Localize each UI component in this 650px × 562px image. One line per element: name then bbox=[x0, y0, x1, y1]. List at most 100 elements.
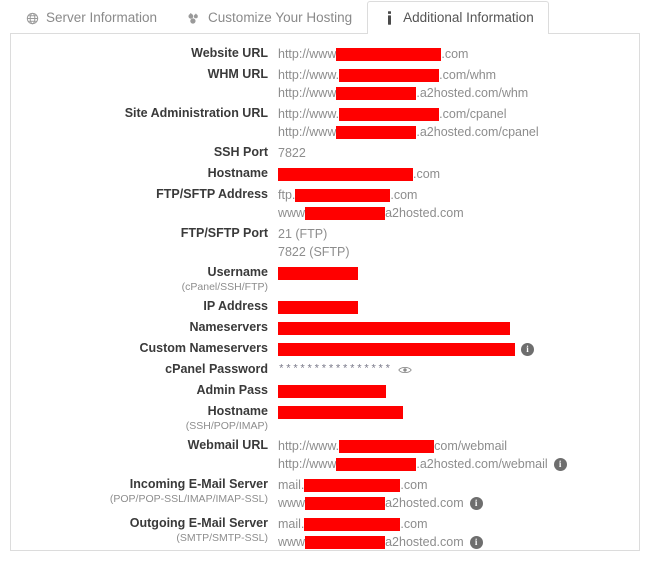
row-value-cell: http://www. com/webmail http://www .a2hoste… bbox=[278, 436, 641, 472]
row-label: Website URL bbox=[191, 46, 268, 60]
row-value-line: http://www. com/webmail bbox=[278, 438, 641, 454]
tab-label: Server Information bbox=[46, 10, 158, 26]
row-label: Hostname bbox=[207, 166, 268, 180]
row-value-line: 7822 (SFTP) bbox=[278, 244, 641, 260]
row-label: WHM URL bbox=[207, 67, 268, 81]
value-text: http://www. bbox=[278, 107, 340, 121]
redaction-bar bbox=[278, 300, 358, 314]
row-value-cell: .com bbox=[278, 164, 641, 182]
row-value-line: http://www .a2hosted.com/cpanel bbox=[278, 124, 641, 140]
row-value-cell: 21 (FTP) 7822 (SFTP) bbox=[278, 224, 641, 260]
info-i-icon bbox=[382, 11, 396, 25]
redaction-bar bbox=[304, 478, 401, 492]
value-text: .com bbox=[441, 47, 469, 61]
value-text: ftp. bbox=[278, 188, 296, 202]
row-label-cell: Nameservers bbox=[11, 318, 278, 335]
row-value-line: http://www .com bbox=[278, 46, 641, 62]
additional-information-panel: Website URL http://www .com WHM URL http://w… bbox=[10, 33, 640, 551]
row-label-cell: SSH Port bbox=[11, 143, 278, 160]
row-label: cPanel Password bbox=[165, 362, 268, 376]
redaction-bar bbox=[305, 496, 386, 510]
redaction-bar bbox=[339, 439, 435, 453]
row-label: Site Administration URL bbox=[124, 106, 268, 120]
value-text: www bbox=[278, 535, 306, 549]
row-label: Username bbox=[207, 265, 268, 279]
value-text: 21 (FTP) bbox=[278, 227, 328, 241]
detail-row: Hostname (SSH/POP/IMAP) bbox=[11, 402, 641, 433]
row-value-cell bbox=[278, 318, 641, 336]
redaction-bar bbox=[305, 206, 386, 220]
tab-additional-information[interactable]: Additional Information bbox=[367, 1, 549, 35]
row-value-line bbox=[278, 265, 641, 281]
detail-row: WHM URL http://www. .com/whm http://www .a2h… bbox=[11, 65, 641, 101]
row-value-cell: http://www. .com/cpanel http://www .a2hoste… bbox=[278, 104, 641, 140]
value-text: com/webmail bbox=[434, 439, 508, 453]
sliders-icon bbox=[187, 11, 201, 25]
tab-customize-your-hosting[interactable]: Customize Your Hosting bbox=[172, 1, 367, 34]
info-tooltip-icon[interactable]: i bbox=[469, 496, 483, 510]
detail-row: Custom Nameservers i bbox=[11, 339, 641, 357]
value-text: a2hosted.com bbox=[385, 496, 464, 510]
detail-row: Site Administration URL http://www. .com/c… bbox=[11, 104, 641, 140]
row-value-cell bbox=[278, 402, 641, 420]
tab-server-information[interactable]: Server Information bbox=[10, 1, 172, 34]
row-label: Custom Nameservers bbox=[139, 341, 268, 355]
row-value-line bbox=[278, 404, 641, 420]
value-text: http://www bbox=[278, 125, 337, 139]
row-label-cell: Website URL bbox=[11, 44, 278, 61]
row-value-line bbox=[278, 299, 641, 315]
row-value-line bbox=[278, 383, 641, 399]
globe-icon bbox=[25, 11, 39, 25]
value-text: .a2hosted.com/whm bbox=[416, 86, 529, 100]
row-sublabel: (SMTP/SMTP-SSL) bbox=[176, 532, 268, 544]
row-value-line bbox=[278, 320, 641, 336]
row-value-cell: 7822 bbox=[278, 143, 641, 161]
row-label-cell: IP Address bbox=[11, 297, 278, 314]
row-label: FTP/SFTP Port bbox=[180, 226, 268, 240]
value-text: http://www bbox=[278, 457, 337, 471]
detail-row: Website URL http://www .com bbox=[11, 44, 641, 62]
tab-bar: Server Information Customize Your Hosting… bbox=[10, 0, 640, 35]
redaction-bar bbox=[295, 188, 391, 202]
redaction-bar bbox=[278, 266, 358, 280]
detail-row: Username (cPanel/SSH/FTP) bbox=[11, 263, 641, 294]
redaction-bar bbox=[278, 167, 413, 181]
detail-row: cPanel Password **************** bbox=[11, 360, 641, 378]
row-value-line: 21 (FTP) bbox=[278, 226, 641, 242]
row-value-cell: mail. .com www a2hosted.com i bbox=[278, 475, 641, 511]
row-label-cell: Outgoing E-Mail Server (SMTP/SMTP-SSL) bbox=[11, 514, 278, 545]
info-tooltip-icon[interactable]: i bbox=[469, 535, 483, 549]
redaction-bar bbox=[304, 517, 401, 531]
info-tooltip-icon[interactable]: i bbox=[521, 342, 534, 356]
tab-label: Customize Your Hosting bbox=[208, 10, 353, 26]
value-text: http://www. bbox=[278, 68, 340, 82]
value-text: http://www. bbox=[278, 439, 340, 453]
redaction-bar bbox=[336, 86, 417, 100]
row-sublabel: (cPanel/SSH/FTP) bbox=[181, 281, 268, 293]
detail-row: Incoming E-Mail Server (POP/POP-SSL/IMAP/… bbox=[11, 475, 641, 511]
row-value-cell: ftp. .com www a2hosted.com bbox=[278, 185, 641, 221]
masked-password: **************** bbox=[278, 364, 392, 376]
row-label-cell: Incoming E-Mail Server (POP/POP-SSL/IMAP/… bbox=[11, 475, 278, 506]
row-value-line: .com bbox=[278, 166, 641, 182]
row-value-cell: mail. .com www a2hosted.com i bbox=[278, 514, 641, 550]
value-text: mail. bbox=[278, 478, 305, 492]
redaction-bar bbox=[336, 125, 417, 139]
detail-row: SSH Port 7822 bbox=[11, 143, 641, 161]
row-label: Outgoing E-Mail Server bbox=[129, 516, 268, 530]
value-text: .a2hosted.com/webmail bbox=[416, 457, 548, 471]
row-value-line: http://www. .com/whm bbox=[278, 67, 641, 83]
tab-label: Additional Information bbox=[403, 10, 534, 26]
row-label-cell: WHM URL bbox=[11, 65, 278, 82]
eye-icon[interactable] bbox=[397, 365, 412, 375]
value-text: mail. bbox=[278, 517, 305, 531]
row-label-cell: Hostname bbox=[11, 164, 278, 181]
row-value-line: http://www. .com/cpanel bbox=[278, 106, 641, 122]
detail-row: FTP/SFTP Address ftp. .com www a2hosted.com bbox=[11, 185, 641, 221]
value-text: .a2hosted.com/cpanel bbox=[416, 125, 539, 139]
info-tooltip-icon[interactable]: i bbox=[553, 457, 567, 471]
row-label: Admin Pass bbox=[196, 383, 268, 397]
detail-row: IP Address bbox=[11, 297, 641, 315]
detail-row: Outgoing E-Mail Server (SMTP/SMTP-SSL) mai… bbox=[11, 514, 641, 550]
row-value-line: www a2hosted.com i bbox=[278, 534, 641, 550]
